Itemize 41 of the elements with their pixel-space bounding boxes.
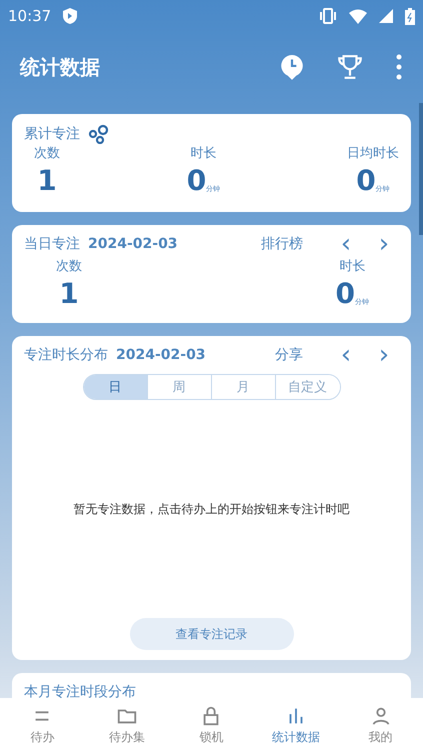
stat-label: 日均时长: [346, 145, 399, 162]
stat-label: 时长: [190, 145, 216, 162]
empty-message: 暂无专注数据，点击待办上的开始按钮来专注计时吧: [74, 500, 350, 518]
nav-item[interactable]: 待办: [0, 698, 85, 752]
nav-item[interactable]: 我的: [338, 698, 423, 752]
previous-button[interactable]: ‹: [331, 346, 361, 364]
card-title: 本月专注时段分布: [24, 683, 136, 701]
bubbles-icon: [88, 124, 110, 144]
period-tab[interactable]: 日: [84, 375, 148, 399]
stat-label: 时长: [339, 258, 366, 275]
status-time: 10:37: [8, 7, 52, 25]
clock-icon[interactable]: [279, 53, 305, 81]
nav-item[interactable]: 锁机: [169, 698, 254, 752]
nav-item[interactable]: 统计数据: [254, 698, 338, 752]
next-button[interactable]: ›: [369, 235, 399, 253]
vibrate-icon: [319, 8, 337, 24]
stat-value: 0: [336, 277, 355, 311]
wifi-icon: [349, 8, 367, 24]
card-date: 2024-02-03: [116, 347, 207, 363]
previous-button[interactable]: ‹: [331, 235, 361, 253]
stat-value: 1: [37, 164, 57, 198]
battery-icon: [405, 8, 415, 24]
card-title: 专注时长分布: [24, 346, 108, 364]
stat-value: 0: [186, 164, 206, 198]
trophy-icon[interactable]: [337, 53, 363, 81]
signal-icon: [379, 9, 393, 23]
card-title: 累计专注: [24, 125, 80, 143]
more-icon[interactable]: [395, 54, 403, 80]
app-title: 统计数据: [20, 54, 101, 80]
next-button[interactable]: ›: [369, 346, 399, 364]
stat-value: 1: [59, 277, 79, 311]
shield-icon: [63, 8, 78, 24]
stat-value: 0: [356, 164, 376, 198]
stat-label: 次数: [34, 145, 60, 162]
stat-label: 次数: [56, 258, 82, 275]
nav-item[interactable]: 待办集: [84, 698, 170, 752]
share-link[interactable]: 分享: [275, 346, 303, 364]
card-title: 当日专注: [24, 235, 80, 253]
card-date: 2024-02-03: [88, 236, 179, 252]
ranking-link[interactable]: 排行榜: [261, 235, 303, 253]
view-records-button[interactable]: 查看专注记录: [130, 618, 294, 650]
